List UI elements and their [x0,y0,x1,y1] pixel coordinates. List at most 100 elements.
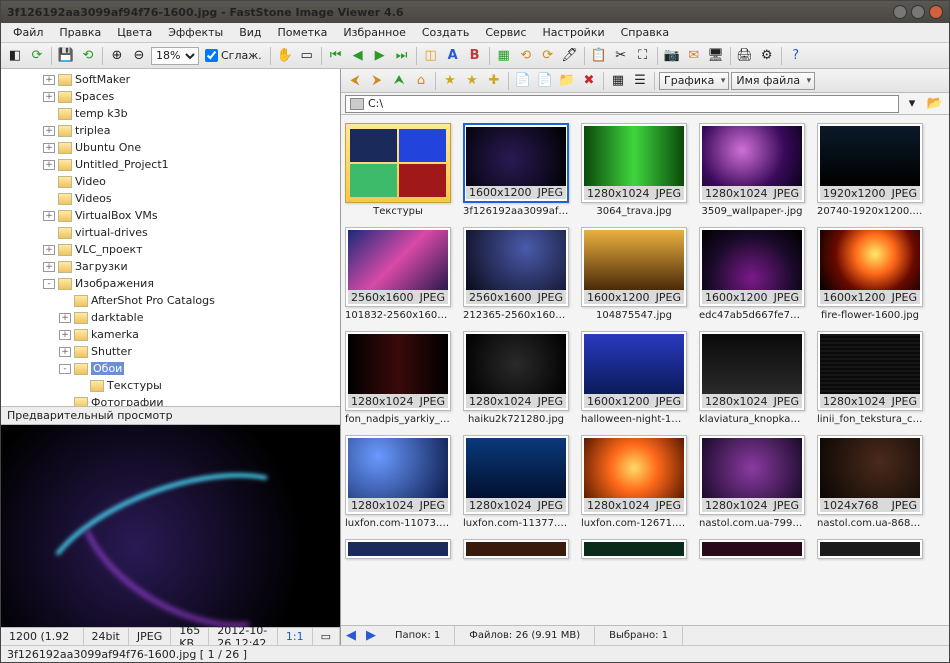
print-icon[interactable]: 🖨 [735,46,755,66]
save-icon[interactable]: 💾 [56,46,76,66]
image-thumb[interactable]: 1024x768JPEGnastol.com.ua-8684.jpg [817,435,923,529]
help-icon[interactable]: ? [786,46,806,66]
image-thumb[interactable]: 1920x1200JPEG20740-1920x1200.jpg [817,123,923,217]
image-thumb[interactable]: 1280x1024JPEGfon_nadpis_yarkiy_te... [345,331,451,425]
image-thumb[interactable]: 1280x1024JPEGluxfon.com-11377.jpg [463,435,569,529]
menu-цвета[interactable]: Цвета [111,24,158,41]
tree-node[interactable]: -Изображения [5,275,336,292]
expand-icon[interactable]: + [43,75,55,85]
nav-first-icon[interactable]: ⏮ [326,46,346,66]
skin-icon[interactable]: ◧ [5,46,25,66]
menu-пометка[interactable]: Пометка [272,24,334,41]
tool-icon[interactable]: 🖊 [560,46,580,66]
menu-избранное[interactable]: Избранное [337,24,411,41]
image-thumb[interactable] [699,539,805,559]
tree-node[interactable]: +Ubuntu One [5,139,336,156]
folder-tree[interactable]: +SoftMaker+Spacestemp k3b+triplea+Ubuntu… [1,69,340,406]
zoom-select[interactable]: 18% [151,47,199,65]
copy-to-icon[interactable]: 📄 [513,71,533,91]
menu-сервис[interactable]: Сервис [479,24,532,41]
preview-pane[interactable] [1,425,340,627]
tree-node[interactable]: +Shutter [5,343,336,360]
tree-node[interactable]: +triplea [5,122,336,139]
tree-node[interactable]: Videos [5,190,336,207]
fav1-icon[interactable]: ★ [440,71,460,91]
delete-icon[interactable]: ✖ [579,71,599,91]
select-tool-icon[interactable]: ▭ [297,46,317,66]
copy-icon[interactable]: 📋 [589,46,609,66]
new-folder-icon[interactable]: 📁 [557,71,577,91]
expand-icon[interactable]: + [59,330,71,340]
home-icon[interactable]: ⌂ [411,71,431,91]
tree-node[interactable]: AfterShot Pro Catalogs [5,292,336,309]
image-thumb[interactable] [581,539,687,559]
tree-node[interactable]: +VLC_проект [5,241,336,258]
tag-a-icon[interactable]: A [443,46,463,66]
settings-icon[interactable]: ⚙ [757,46,777,66]
image-thumb[interactable]: 1280x1024JPEGnastol.com.ua-7993.jpg [699,435,805,529]
rotate-right-icon[interactable]: ⟳ [538,46,558,66]
status-next-icon[interactable]: ▶ [361,626,381,646]
tree-node[interactable]: temp k3b [5,105,336,122]
menu-настройки[interactable]: Настройки [537,24,611,41]
status-icon[interactable]: ▭ [313,628,340,645]
undo-refresh-icon[interactable]: ⟲ [78,46,98,66]
image-thumb[interactable]: 1600x1200JPEGhalloween-night-1600... [581,331,687,425]
folder-thumb[interactable]: Текстуры [345,123,451,217]
nav-next-icon[interactable]: ▶ [370,46,390,66]
image-thumb[interactable]: 1280x1024JPEGluxfon.com-11073.jpg [345,435,451,529]
menu-эффекты[interactable]: Эффекты [162,24,229,41]
fav2-icon[interactable]: ★ [462,71,482,91]
wallpaper-icon[interactable]: 🖥 [706,46,726,66]
expand-icon[interactable]: - [59,364,71,374]
expand-icon[interactable]: - [43,279,55,289]
refresh-icon[interactable]: ⟳ [27,46,47,66]
zoom-in-icon[interactable]: ⊕ [107,46,127,66]
path-dropdown-icon[interactable]: ▾ [902,94,922,114]
image-thumb[interactable]: 1600x1200JPEGedc47ab5d667fe73c1... [699,227,805,321]
tree-node[interactable]: +Загрузки [5,258,336,275]
tree-node[interactable]: +SoftMaker [5,71,336,88]
image-thumb[interactable]: 2560x1600JPEG101832-2560x1600.jpg [345,227,451,321]
expand-icon[interactable]: + [43,92,55,102]
path-input[interactable]: C:\ [345,95,899,113]
expand-icon[interactable]: + [43,262,55,272]
tree-node[interactable]: +VirtualBox VMs [5,207,336,224]
resize-icon[interactable]: ⛶ [633,46,653,66]
forward-icon[interactable]: ⮞ [367,71,387,91]
nav-last-icon[interactable]: ⏭ [392,46,412,66]
image-thumb[interactable]: 2560x1600JPEG212365-2560x1600.jpg [463,227,569,321]
status-prev-icon[interactable]: ◀ [341,626,361,646]
filter-combo[interactable]: Графика [659,72,729,90]
menu-файл[interactable]: Файл [7,24,49,41]
image-thumb[interactable]: 1600x1200JPEGfire-flower-1600.jpg [817,227,923,321]
nav-prev-icon[interactable]: ◀ [348,46,368,66]
hand-tool-icon[interactable]: ✋ [275,46,295,66]
image-thumb[interactable]: 1280x1024JPEGlinii_fon_tekstura_che... [817,331,923,425]
expand-icon[interactable]: + [59,313,71,323]
image-thumb[interactable] [463,539,569,559]
sort-combo[interactable]: Имя файла [731,72,815,90]
thumbnail-grid[interactable]: Текстуры1600x1200JPEG3f126192aa3099af94.… [341,115,949,625]
close-button[interactable] [929,5,943,19]
menu-вид[interactable]: Вид [233,24,267,41]
image-thumb[interactable]: 1280x1024JPEGhaiku2k721280.jpg [463,331,569,425]
maximize-button[interactable] [911,5,925,19]
rotate-left-icon[interactable]: ⟲ [516,46,536,66]
back-icon[interactable]: ⮜ [345,71,365,91]
image-thumb[interactable]: 1280x1024JPEG3064_trava.jpg [581,123,687,217]
view-list-icon[interactable]: ☰ [630,71,650,91]
expand-icon[interactable]: + [43,160,55,170]
compare-icon[interactable]: ◫ [421,46,441,66]
acquire-icon[interactable]: 📷 [662,46,682,66]
image-thumb[interactable]: 1600x1200JPEG3f126192aa3099af94... [463,123,569,217]
menu-справка[interactable]: Справка [615,24,675,41]
tag-b-icon[interactable]: B [465,46,485,66]
expand-icon[interactable]: + [43,245,55,255]
path-refresh-icon[interactable]: 📂 [925,94,945,114]
expand-icon[interactable]: + [59,347,71,357]
tree-node[interactable]: Video [5,173,336,190]
tree-node[interactable]: -Обои [5,360,336,377]
tree-node[interactable]: +kamerka [5,326,336,343]
tree-node[interactable]: +Untitled_Project1 [5,156,336,173]
